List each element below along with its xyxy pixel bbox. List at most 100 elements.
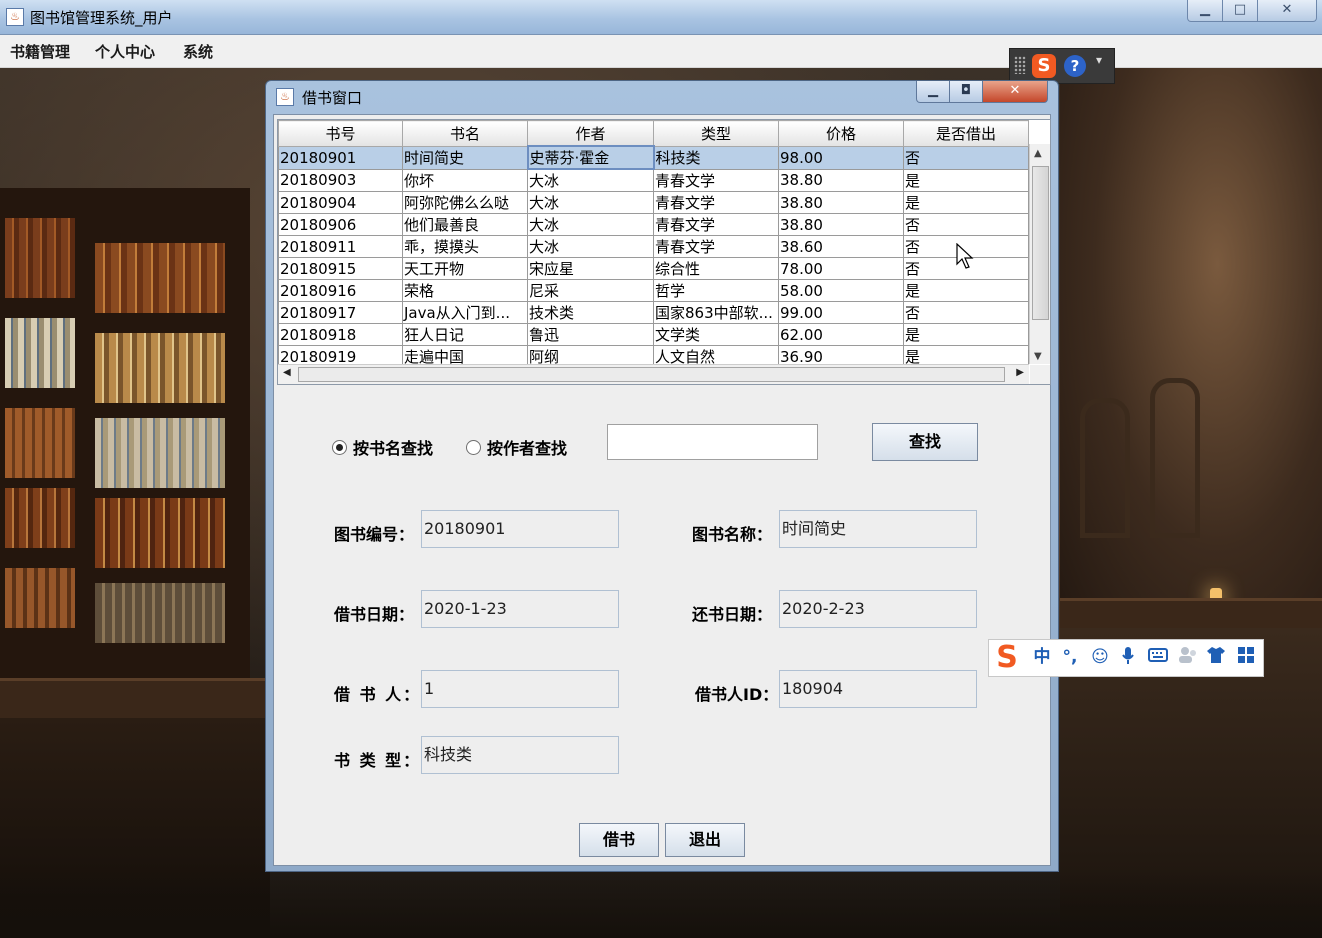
menu-arrow-icon[interactable]: ▾ [1096, 53, 1102, 67]
sogou-logo-icon[interactable]: S [991, 642, 1023, 674]
table-row[interactable]: 20180916 荣格 尼采 哲学 58.00 是 [278, 279, 1029, 302]
dialog-maximize-button[interactable]: ◘ [949, 81, 983, 103]
cell-book-id[interactable]: 20180901 [278, 145, 403, 170]
books-table-scrollpane[interactable]: 书号 书名 作者 类型 价格 是否借出 20180901 时间简史 史蒂芬·霍金 科技… [277, 119, 1051, 385]
help-icon[interactable]: ? [1064, 55, 1086, 77]
book-id-field[interactable]: 20180901 [421, 510, 619, 548]
toolbox-grid-icon[interactable] [1235, 646, 1257, 668]
cell-borrowed[interactable]: 是 [903, 323, 1029, 346]
maximize-button[interactable]: □ [1222, 0, 1258, 22]
column-header-price[interactable]: 价格 [778, 120, 904, 147]
table-row[interactable]: 20180904 阿弥陀佛么么哒 大冰 青春文学 38.80 是 [278, 191, 1029, 214]
cell-price[interactable]: 38.80 [778, 168, 904, 192]
return-date-field[interactable]: 2020-2-23 [779, 590, 977, 628]
cell-type[interactable]: 青春文学 [653, 168, 779, 192]
cell-author[interactable]: 大冰 [527, 213, 654, 236]
column-header-book-id[interactable]: 书号 [278, 120, 403, 147]
table-row[interactable]: 20180917 Java从入门到... 技术类 国家863中部软... 99.00 否 [278, 301, 1029, 324]
column-header-title[interactable]: 书名 [402, 120, 528, 147]
cell-author[interactable]: 尼采 [527, 279, 654, 302]
cell-type[interactable]: 国家863中部软... [653, 301, 779, 324]
skin-shirt-icon[interactable] [1205, 646, 1227, 668]
books-table[interactable]: 书号 书名 作者 类型 价格 是否借出 20180901 时间简史 史蒂芬·霍金 科技… [278, 120, 1029, 368]
column-header-type[interactable]: 类型 [653, 120, 779, 147]
scroll-right-icon[interactable]: ▶ [1016, 367, 1024, 378]
cell-author[interactable]: 大冰 [527, 191, 654, 214]
cell-book-id[interactable]: 20180903 [278, 168, 403, 192]
punctuation-toggle[interactable]: °, [1059, 646, 1081, 668]
cell-title[interactable]: 时间简史 [402, 145, 528, 170]
menu-personal-center[interactable]: 个人中心 [95, 41, 155, 62]
cell-type[interactable]: 青春文学 [653, 235, 779, 258]
cell-price[interactable]: 98.00 [778, 145, 904, 170]
table-row[interactable]: 20180906 他们最善良 大冰 青春文学 38.80 否 [278, 213, 1029, 236]
dialog-minimize-button[interactable]: ▁ [916, 81, 950, 103]
cell-borrowed[interactable]: 否 [903, 213, 1029, 236]
scroll-down-icon[interactable]: ▼ [1034, 351, 1042, 362]
search-by-title-radio[interactable]: 按书名查找 [332, 435, 433, 459]
borrow-date-field[interactable]: 2020-1-23 [421, 590, 619, 628]
cell-borrowed[interactable]: 否 [903, 301, 1029, 324]
chinese-mode-toggle[interactable]: 中 [1031, 646, 1053, 668]
search-button[interactable]: 查找 [872, 423, 978, 461]
cell-book-id[interactable]: 20180918 [278, 323, 403, 346]
cell-title[interactable]: 天工开物 [402, 257, 528, 280]
emoji-icon[interactable]: ☺ [1089, 646, 1111, 668]
cell-book-id[interactable]: 20180906 [278, 213, 403, 236]
table-vertical-scrollbar[interactable]: ▲ ▼ [1029, 144, 1050, 364]
cell-author[interactable]: 宋应星 [527, 257, 654, 280]
cell-type[interactable]: 文学类 [653, 323, 779, 346]
table-row[interactable]: 20180911 乖，摸摸头 大冰 青春文学 38.60 否 [278, 235, 1029, 258]
cell-type[interactable]: 科技类 [653, 145, 779, 170]
horizontal-scroll-thumb[interactable] [298, 367, 1005, 382]
table-row[interactable]: 20180918 狂人日记 鲁迅 文学类 62.00 是 [278, 323, 1029, 346]
table-horizontal-scrollbar[interactable]: ◀ ▶ [278, 364, 1029, 384]
cell-price[interactable]: 38.60 [778, 235, 904, 258]
borrower-field[interactable]: 1 [421, 670, 619, 708]
microphone-icon[interactable] [1117, 646, 1139, 668]
cell-author[interactable]: 鲁迅 [527, 323, 654, 346]
cell-type[interactable]: 综合性 [653, 257, 779, 280]
sogou-logo-icon[interactable]: S [1032, 54, 1056, 78]
table-row[interactable]: 20180901 时间简史 史蒂芬·霍金 科技类 98.00 否 [278, 145, 1029, 170]
scroll-left-icon[interactable]: ◀ [283, 367, 291, 378]
close-button[interactable]: ✕ [1257, 0, 1317, 22]
cell-price[interactable]: 62.00 [778, 323, 904, 346]
cell-price[interactable]: 78.00 [778, 257, 904, 280]
cell-type[interactable]: 青春文学 [653, 213, 779, 236]
cell-type[interactable]: 哲学 [653, 279, 779, 302]
cell-borrowed[interactable]: 是 [903, 191, 1029, 214]
cell-book-id[interactable]: 20180911 [278, 235, 403, 258]
menu-system[interactable]: 系统 [183, 41, 213, 62]
vertical-scroll-thumb[interactable] [1032, 166, 1049, 320]
cell-title[interactable]: 狂人日记 [402, 323, 528, 346]
cell-title[interactable]: Java从入门到... [402, 301, 528, 324]
column-header-author[interactable]: 作者 [527, 120, 654, 147]
cell-title[interactable]: 他们最善良 [402, 213, 528, 236]
column-header-borrowed[interactable]: 是否借出 [903, 120, 1029, 147]
borrow-button[interactable]: 借书 [579, 823, 659, 857]
cell-book-id[interactable]: 20180915 [278, 257, 403, 280]
cell-title[interactable]: 荣格 [402, 279, 528, 302]
cell-title[interactable]: 阿弥陀佛么么哒 [402, 191, 528, 214]
search-by-author-radio[interactable]: 按作者查找 [466, 435, 567, 459]
cell-type[interactable]: 青春文学 [653, 191, 779, 214]
cell-price[interactable]: 38.80 [778, 191, 904, 214]
cell-book-id[interactable]: 20180904 [278, 191, 403, 214]
book-type-field[interactable]: 科技类 [421, 736, 619, 774]
cell-price[interactable]: 38.80 [778, 213, 904, 236]
minimize-button[interactable]: ▁ [1187, 0, 1223, 22]
cell-price[interactable]: 99.00 [778, 301, 904, 324]
cell-author[interactable]: 大冰 [527, 168, 654, 192]
table-row[interactable]: 20180903 你坏 大冰 青春文学 38.80 是 [278, 168, 1029, 192]
table-row[interactable]: 20180915 天工开物 宋应星 综合性 78.00 否 [278, 257, 1029, 280]
cell-borrowed[interactable]: 否 [903, 145, 1029, 170]
cell-book-id[interactable]: 20180917 [278, 301, 403, 324]
book-name-field[interactable]: 时间简史 [779, 510, 977, 548]
cell-author[interactable]: 大冰 [527, 235, 654, 258]
scroll-up-icon[interactable]: ▲ [1034, 148, 1042, 159]
cell-price[interactable]: 58.00 [778, 279, 904, 302]
cell-title[interactable]: 乖，摸摸头 [402, 235, 528, 258]
exit-button[interactable]: 退出 [665, 823, 745, 857]
cell-book-id[interactable]: 20180916 [278, 279, 403, 302]
